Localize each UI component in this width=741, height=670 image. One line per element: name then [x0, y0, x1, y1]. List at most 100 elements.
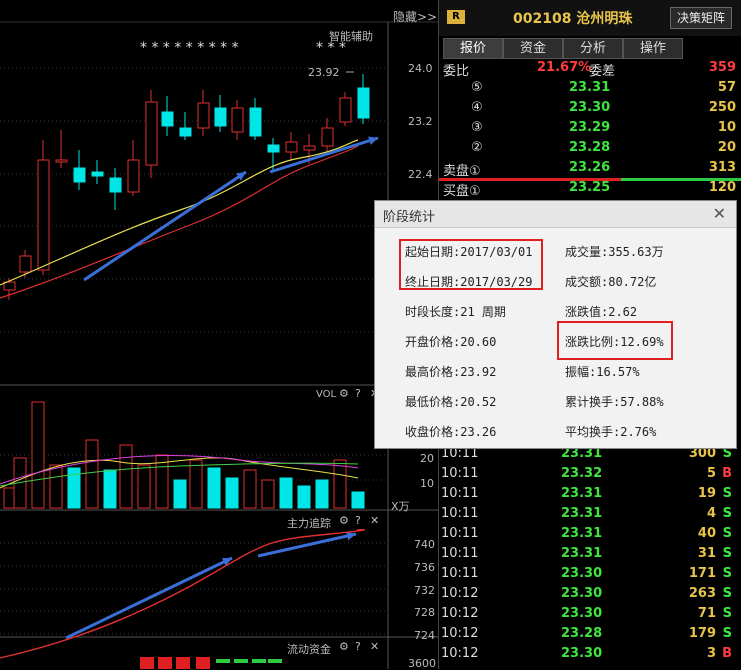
- flow-bar: [216, 659, 230, 663]
- volume-bar: [243, 469, 257, 509]
- candle-body: [249, 107, 262, 137]
- ask-vol: 250: [708, 100, 736, 115]
- flow-label: 流动资金: [287, 643, 331, 656]
- tick-price: 23.30: [561, 566, 603, 581]
- flow-bar: [196, 657, 210, 669]
- tick-row[interactable]: 10:12 23.30 263 S: [439, 586, 741, 606]
- volume-bar: [297, 485, 311, 509]
- stars-left: * * * * * * * * *: [140, 40, 239, 56]
- dialog-titlebar[interactable]: 阶段统计 ✕: [375, 201, 736, 228]
- tab-operate[interactable]: 操作: [623, 38, 683, 59]
- ask-row[interactable]: 卖盘① 23.26 313: [439, 160, 741, 180]
- trend-arrow: [257, 532, 357, 558]
- tick-row[interactable]: 10:12 23.30 3 B: [439, 646, 741, 666]
- ask-price: 23.26: [569, 160, 611, 175]
- tick-time: 10:12: [441, 626, 479, 641]
- candle-body: [127, 159, 140, 193]
- candle-body: [109, 177, 122, 193]
- period-stats-dialog[interactable]: 阶段统计 ✕ 起始日期:2017/03/01 终止日期:2017/03/29 时…: [374, 200, 737, 449]
- main-track-label: 主力追踪: [287, 517, 331, 530]
- tick-time: 10:11: [441, 506, 479, 521]
- ask-row[interactable]: ④ 23.30 250: [439, 100, 741, 120]
- tick-row[interactable]: 10:11 23.31 300 S: [439, 446, 741, 466]
- tick-price: 23.28: [561, 626, 603, 641]
- ask-row[interactable]: ③ 23.29 10: [439, 120, 741, 140]
- tick-vol: 179: [688, 626, 716, 641]
- track-axis-label: 736: [414, 561, 435, 574]
- flow-bar: [234, 659, 248, 663]
- change-pct-highlight-box: [557, 321, 673, 360]
- ask-row[interactable]: ⑤ 23.31 57: [439, 80, 741, 100]
- decision-matrix-button[interactable]: 决策矩阵: [669, 7, 732, 29]
- vol-unit: X万: [391, 500, 410, 513]
- ask-row[interactable]: ② 23.28 20: [439, 140, 741, 160]
- candle-body: [214, 107, 227, 127]
- vol-label: VOL: [316, 389, 337, 400]
- volume-bar: [225, 477, 239, 509]
- tick-row[interactable]: 10:11 23.31 31 S: [439, 546, 741, 566]
- volume-bar: [173, 479, 187, 509]
- tick-vol: 171: [688, 566, 716, 581]
- weibi-value: 21.67%: [537, 60, 592, 75]
- candle-body: [339, 97, 352, 123]
- tick-row[interactable]: 10:11 23.31 4 S: [439, 506, 741, 526]
- flow-bar: [268, 659, 282, 663]
- track-settings-icon[interactable]: ⚙: [339, 514, 349, 527]
- candle-body: [37, 159, 50, 271]
- track-close-icon[interactable]: ✕: [370, 514, 379, 527]
- track-axis-label: 728: [414, 606, 435, 619]
- flow-close-icon[interactable]: ✕: [370, 640, 379, 653]
- close-price: 收盘价格:23.26: [405, 425, 497, 439]
- tick-row[interactable]: 10:11 23.31 40 S: [439, 526, 741, 546]
- tab-funds[interactable]: 资金: [503, 38, 563, 59]
- candle-body: [285, 141, 298, 153]
- tick-row[interactable]: 10:12 23.30 71 S: [439, 606, 741, 626]
- ask-vol: 20: [717, 140, 736, 155]
- tick-row[interactable]: 10:11 23.30 171 S: [439, 566, 741, 586]
- track-help-icon[interactable]: ?: [355, 514, 361, 527]
- volume-bar: [207, 467, 221, 509]
- tick-row[interactable]: 10:12 23.28 179 S: [439, 626, 741, 646]
- volume-bar: [49, 464, 63, 509]
- tick-vol: 4: [706, 506, 716, 521]
- volume-bar: [189, 459, 203, 509]
- tick-side: S: [722, 526, 732, 541]
- close-icon[interactable]: ✕: [713, 204, 726, 223]
- volume-bar: [315, 479, 329, 509]
- kline-chart[interactable]: 隐藏>> 智能辅助 * * * * * * * * * * * * 23.92 …: [0, 0, 438, 670]
- ask-level: ②: [471, 140, 483, 155]
- vol-axis-label: 20: [420, 452, 434, 465]
- tick-time: 10:11: [441, 486, 479, 501]
- vol-settings-icon[interactable]: ⚙: [339, 387, 349, 400]
- r-badge[interactable]: R: [447, 10, 465, 24]
- bid-row[interactable]: 买盘① 23.25 120: [439, 180, 741, 200]
- tick-vol: 31: [697, 546, 716, 561]
- date-highlight-box: [399, 239, 543, 290]
- chart-canvas[interactable]: [0, 0, 438, 669]
- tick-price: 23.31: [561, 486, 603, 501]
- flow-bar: [176, 657, 190, 669]
- tick-time: 10:11: [441, 566, 479, 581]
- tick-row[interactable]: 10:11 23.32 5 B: [439, 466, 741, 486]
- price-axis-label: 23.2: [408, 115, 433, 128]
- tick-side: B: [722, 646, 732, 661]
- tick-time: 10:11: [441, 546, 479, 561]
- tab-quote[interactable]: 报价: [443, 38, 503, 59]
- ask-price: 23.30: [569, 100, 611, 115]
- tick-time: 10:11: [441, 466, 479, 481]
- stock-name: 沧州明珠: [576, 11, 633, 27]
- tick-vol: 5: [706, 466, 716, 481]
- weibi-row: 委比 21.67% 委差 359: [439, 60, 741, 80]
- trend-arrow: [65, 556, 233, 640]
- tick-vol: 263: [688, 586, 716, 601]
- tab-analysis[interactable]: 分析: [563, 38, 623, 59]
- vol-help-icon[interactable]: ?: [355, 387, 361, 400]
- hide-toggle[interactable]: 隐藏>>: [393, 8, 437, 25]
- turnover-average: 平均换手:2.76%: [565, 425, 657, 439]
- candle-body: [357, 87, 370, 119]
- volume-bar: [333, 459, 347, 509]
- turnover-total: 累计换手:57.88%: [565, 395, 664, 409]
- flow-settings-icon[interactable]: ⚙: [339, 640, 349, 653]
- flow-help-icon[interactable]: ?: [355, 640, 361, 653]
- tick-row[interactable]: 10:11 23.31 19 S: [439, 486, 741, 506]
